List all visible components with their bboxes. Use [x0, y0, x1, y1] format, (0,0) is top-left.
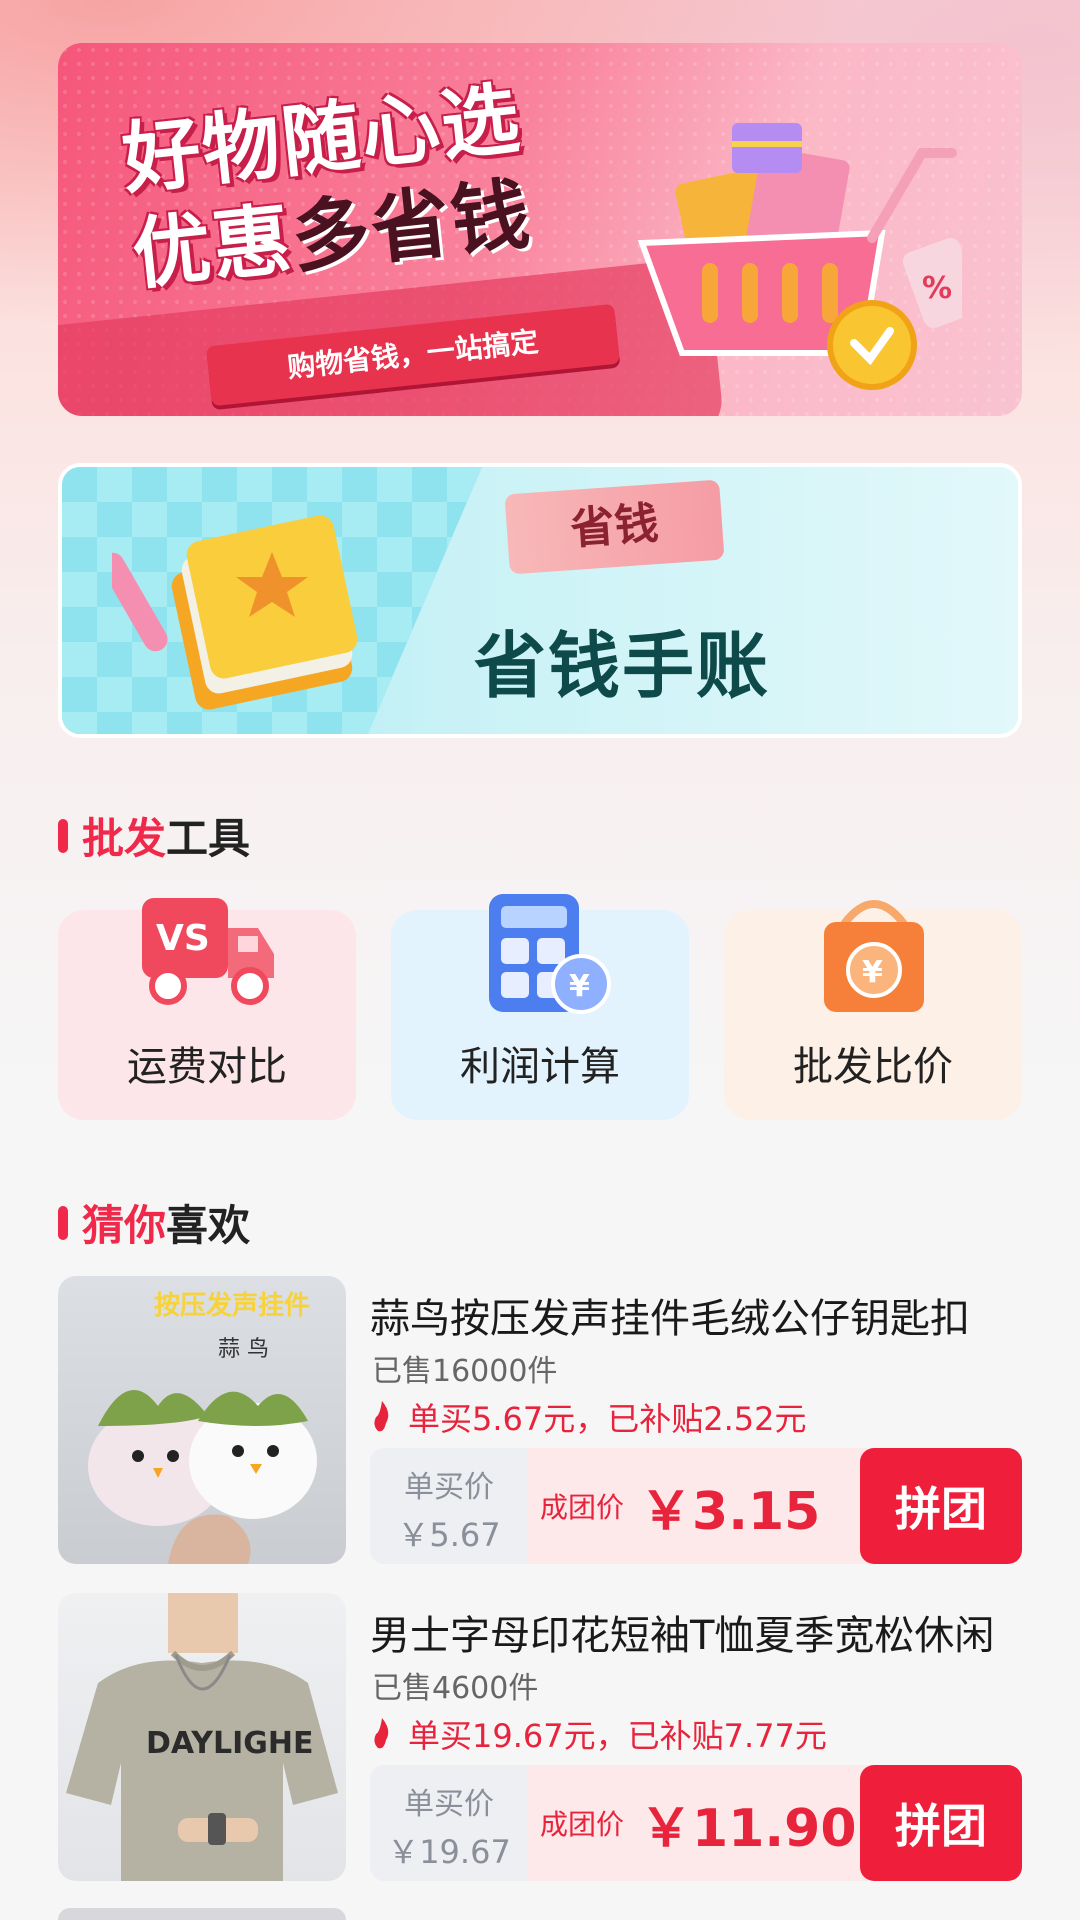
percent-tag: %: [922, 271, 952, 306]
subsidy-info: 单买5.67元，已补贴2.52元: [372, 1394, 807, 1440]
subsidy-info: 单买19.67元，已补贴7.77元: [372, 1711, 827, 1757]
flame-icon: [374, 1718, 389, 1749]
product-image[interactable]: 按压发声挂件 蒜 鸟: [58, 1276, 346, 1564]
recommend-section-header: 猜你 喜欢: [58, 1192, 250, 1253]
tool-freight-compare[interactable]: VS 运费对比: [58, 898, 356, 1120]
savings-ledger-banner[interactable]: 省钱 省钱手账: [58, 463, 1022, 738]
section-title: 工具: [166, 814, 251, 863]
product-title[interactable]: 蒜鸟按压发声挂件毛绒公仔钥匙扣: [370, 1286, 1022, 1344]
section-title: 喜欢: [166, 1201, 251, 1250]
product-card[interactable]: DAYLIGHE 男士字母印花短袖T恤夏季宽松休闲 已售4600件 单买19.6…: [58, 1593, 1022, 1883]
tshirt-image: DAYLIGHE: [66, 1593, 338, 1881]
savings-title: 省钱手账: [473, 624, 770, 708]
section-accent: 猜你: [82, 1201, 167, 1250]
section-accent: 批发: [82, 814, 167, 863]
calculator-icon: ¥: [489, 894, 611, 1014]
shopping-cart-icon: %: [637, 123, 962, 390]
sold-count: 已售4600件: [372, 1671, 539, 1706]
flame-icon: [374, 1401, 389, 1432]
subsidy-text: 单买5.67元，已补贴2.52元: [408, 1400, 807, 1438]
plush-toy-image: 按压发声挂件 蒜 鸟: [88, 1290, 317, 1564]
tool-label: 运费对比: [127, 1044, 287, 1090]
delivery-truck-icon: VS: [142, 898, 274, 1005]
product-card[interactable]: 按压发声挂件 蒜 鸟 蒜鸟按压发声挂件毛绒公仔钥匙扣 已售16000件 单买5.…: [58, 1276, 1022, 1566]
group-buy-button[interactable]: 拼团: [860, 1765, 1022, 1881]
hero-banner[interactable]: 好物随心选 优惠多省钱 购物省钱，一站搞定 %: [58, 43, 1022, 416]
next-product-peek: [58, 1908, 346, 1920]
product-image[interactable]: DAYLIGHE: [58, 1593, 346, 1881]
group-price-label: 成团价: [540, 1808, 625, 1841]
svg-text:¥: ¥: [862, 955, 883, 990]
single-price-label: 单买价: [404, 1470, 494, 1505]
single-price-box: 单买价 ￥19.67: [370, 1765, 528, 1881]
group-price-value: ￥11.90: [640, 1798, 857, 1859]
svg-text:¥: ¥: [569, 969, 590, 1004]
tool-wholesale-compare[interactable]: ¥ 批发比价: [724, 900, 1022, 1120]
single-price-label: 单买价: [404, 1787, 494, 1822]
tools-section-header: 批发 工具: [58, 805, 250, 866]
svg-text:DAYLIGHE: DAYLIGHE: [146, 1726, 313, 1761]
tool-profit-calc[interactable]: ¥ 利润计算: [391, 894, 689, 1120]
svg-text:VS: VS: [156, 918, 210, 959]
sold-count: 已售16000件: [372, 1354, 558, 1389]
group-price-value: ￥3.15: [640, 1481, 821, 1542]
group-price-box: 成团价 ￥11.90: [528, 1765, 868, 1881]
hero-title-accent: 优惠: [128, 194, 297, 301]
single-price-value: ￥19.67: [387, 1833, 511, 1871]
product-title[interactable]: 男士字母印花短袖T恤夏季宽松休闲: [370, 1603, 1022, 1661]
notebook-icon: [112, 515, 358, 710]
savings-tag: 省钱: [504, 479, 725, 575]
shopping-bag-icon: ¥: [824, 900, 924, 1012]
tool-label: 利润计算: [460, 1044, 620, 1090]
subsidy-text: 单买19.67元，已补贴7.77元: [408, 1717, 827, 1755]
svg-text:蒜 鸟: 蒜 鸟: [218, 1337, 269, 1362]
group-price-label: 成团价: [540, 1491, 625, 1524]
price-block: 单买价 ￥5.67 成团价 ￥3.15 拼团: [370, 1448, 1022, 1564]
single-price-box: 单买价 ￥5.67: [370, 1448, 528, 1564]
price-block: 单买价 ￥19.67 成团价 ￥11.90 拼团: [370, 1765, 1022, 1881]
group-buy-button[interactable]: 拼团: [860, 1448, 1022, 1564]
section-bar: [58, 818, 68, 853]
group-price-box: 成团价 ￥3.15: [528, 1448, 868, 1564]
tool-label: 批发比价: [793, 1044, 953, 1090]
single-price-value: ￥5.67: [397, 1516, 501, 1554]
svg-text:按压发声挂件: 按压发声挂件: [154, 1290, 310, 1321]
section-bar: [58, 1205, 68, 1240]
